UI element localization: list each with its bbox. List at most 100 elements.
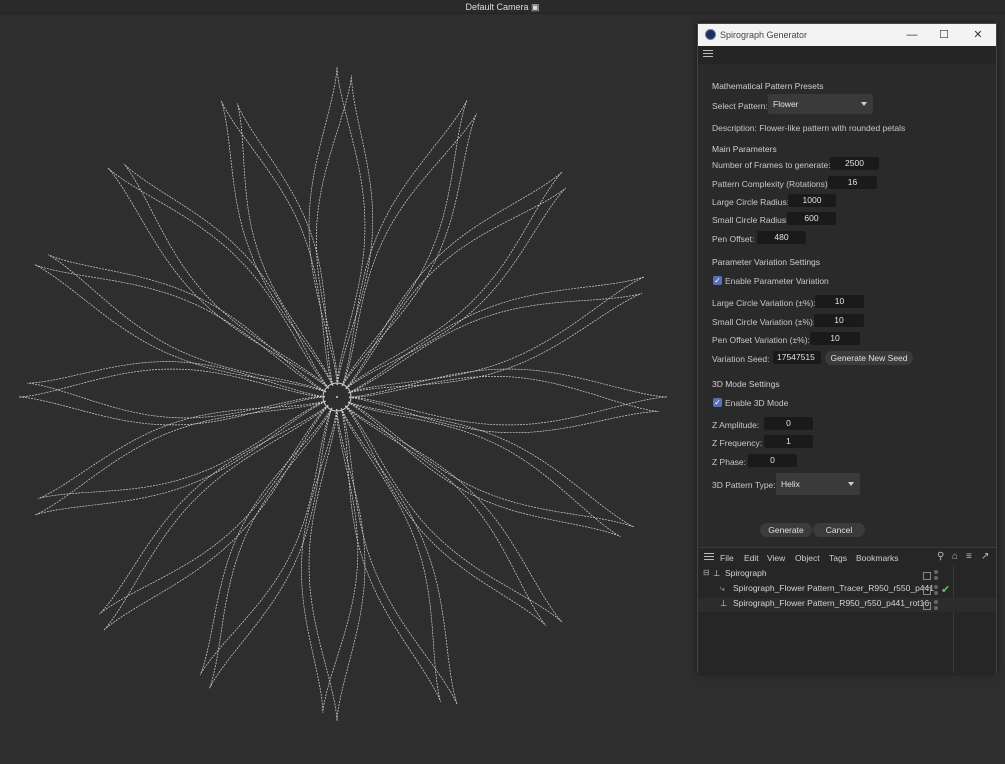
enable-3d-checkbox[interactable]: ✓ xyxy=(713,398,722,407)
z-amplitude-label: Z Amplitude: xyxy=(712,420,760,430)
dialog-menubar xyxy=(698,46,996,64)
enable-variation-label[interactable]: Enable Parameter Variation xyxy=(725,276,829,286)
z-amplitude-field[interactable]: 0 xyxy=(764,417,813,430)
small-radius-label: Small Circle Radius: xyxy=(712,215,789,225)
pattern3d-select[interactable]: Helix xyxy=(776,473,860,495)
object-name[interactable]: Spirograph_Flower Pattern_Tracer_R950_r5… xyxy=(733,583,934,593)
object-row[interactable]: ⤷ Spirograph_Flower Pattern_Tracer_R950_… xyxy=(698,583,996,597)
app-logo-icon xyxy=(705,29,716,40)
spirograph-petal xyxy=(348,293,642,394)
spirograph-petal xyxy=(340,408,441,702)
close-button[interactable]: ✕ xyxy=(964,27,992,43)
popout-icon[interactable]: ↗ xyxy=(981,551,989,562)
visibility-toggle[interactable] xyxy=(923,572,931,580)
large-radius-label: Large Circle Radius: xyxy=(712,197,790,207)
om-menu-file[interactable]: File xyxy=(720,553,734,563)
visibility-toggle[interactable] xyxy=(923,587,931,595)
spirograph-petal xyxy=(349,368,667,426)
pen-variation-label: Pen Offset Variation (±%): xyxy=(712,335,810,345)
editor-dot[interactable] xyxy=(934,591,938,595)
om-menu-object[interactable]: Object xyxy=(795,553,820,563)
spirograph-petal xyxy=(341,100,468,387)
mode3d-heading: 3D Mode Settings xyxy=(712,379,780,389)
z-frequency-label: Z Frequency: xyxy=(712,438,763,448)
hamburger-menu-icon[interactable] xyxy=(703,50,713,59)
om-menu-view[interactable]: View xyxy=(767,553,785,563)
complexity-field[interactable]: 16 xyxy=(828,176,877,189)
spirograph-petal xyxy=(103,405,329,631)
seed-field[interactable]: 17547515 xyxy=(773,351,821,364)
spirograph-petal xyxy=(345,405,563,623)
large-radius-field[interactable]: 1000 xyxy=(788,194,836,207)
spirograph-petal xyxy=(348,276,645,393)
large-variation-label: Large Circle Variation (±%): xyxy=(712,298,816,308)
editor-dot[interactable] xyxy=(934,606,938,610)
om-menu-edit[interactable]: Edit xyxy=(744,553,759,563)
z-frequency-field[interactable]: 1 xyxy=(764,435,813,448)
small-radius-field[interactable]: 600 xyxy=(787,212,836,225)
z-phase-label: Z Phase: xyxy=(712,457,747,467)
object-row[interactable]: ⊥ Spirograph_Flower Pattern_R950_r550_p4… xyxy=(698,598,996,612)
presets-heading: Mathematical Pattern Presets xyxy=(712,81,824,91)
large-variation-field[interactable]: 10 xyxy=(815,295,864,308)
chevron-down-icon xyxy=(861,102,867,106)
spirograph-petal xyxy=(35,401,326,516)
editor-dot[interactable] xyxy=(934,576,938,580)
spirograph-petal xyxy=(308,67,366,385)
render-dot[interactable] xyxy=(934,600,938,604)
generate-button[interactable]: Generate xyxy=(760,523,812,537)
collapse-icon[interactable]: ⊟ xyxy=(703,568,710,577)
enabled-check-icon[interactable]: ✔ xyxy=(941,583,950,596)
om-hamburger-icon[interactable] xyxy=(704,553,714,562)
om-menu-tags[interactable]: Tags xyxy=(829,553,847,563)
pen-offset-field[interactable]: 480 xyxy=(757,231,806,244)
spirograph-curve xyxy=(19,67,667,721)
search-icon[interactable]: ⚲ xyxy=(937,551,944,562)
camera-label-wrap[interactable]: Default Camera ▣ xyxy=(0,2,1005,13)
z-phase-field[interactable]: 0 xyxy=(748,454,797,467)
object-name[interactable]: Spirograph xyxy=(725,568,767,578)
camera-label[interactable]: Default Camera xyxy=(465,2,528,12)
filter-icon[interactable]: ≡ xyxy=(966,551,972,562)
small-variation-label: Small Circle Variation (±%): xyxy=(712,317,816,327)
spirograph-petal xyxy=(123,163,330,389)
complexity-label: Pattern Complexity (Rotations): xyxy=(712,179,831,189)
pen-variation-field[interactable]: 10 xyxy=(810,332,860,345)
pattern3d-label: 3D Pattern Type: xyxy=(712,480,776,490)
generate-new-seed-button[interactable]: Generate New Seed xyxy=(825,351,913,365)
pattern-select[interactable]: Flower xyxy=(768,94,873,114)
variation-heading: Parameter Variation Settings xyxy=(712,257,821,267)
dialog-title: Spirograph Generator xyxy=(720,30,808,40)
om-menu-bookmarks[interactable]: Bookmarks xyxy=(856,553,899,563)
minimize-button[interactable]: — xyxy=(898,27,926,43)
spirograph-petal xyxy=(107,167,329,389)
frames-field[interactable]: 2500 xyxy=(830,157,879,170)
frames-label: Number of Frames to generate: xyxy=(712,160,831,170)
visibility-toggle[interactable] xyxy=(923,602,931,610)
dialog-titlebar[interactable]: Spirograph Generator — ☐ ✕ xyxy=(698,24,996,46)
maximize-button[interactable]: ☐ xyxy=(930,27,958,43)
spline-object-icon: ⊥ xyxy=(720,598,728,608)
home-icon[interactable]: ⌂ xyxy=(952,551,958,562)
small-variation-field[interactable]: 10 xyxy=(814,314,864,327)
enable-3d-label[interactable]: Enable 3D Mode xyxy=(725,398,788,408)
spirograph-petal xyxy=(315,75,374,386)
spirograph-petal xyxy=(342,113,477,387)
object-name[interactable]: Spirograph_Flower Pattern_R950_r550_p441… xyxy=(733,598,929,608)
viewport-header: Default Camera ▣ xyxy=(0,0,1005,14)
object-row[interactable]: ⊟ ⊥ Spirograph xyxy=(698,568,996,582)
camera-icon[interactable]: ▣ xyxy=(531,2,540,12)
cancel-button[interactable]: Cancel xyxy=(813,523,865,537)
center-dot xyxy=(336,396,338,398)
select-pattern-label: Select Pattern: xyxy=(712,101,768,111)
spirograph-petal xyxy=(348,375,659,434)
spirograph-petal xyxy=(301,408,359,713)
tracer-object-icon: ⤷ xyxy=(720,583,725,593)
spirograph-petal xyxy=(345,171,563,389)
render-dot[interactable] xyxy=(934,570,938,574)
pattern-select-value: Flower xyxy=(773,99,799,109)
enable-variation-checkbox[interactable]: ✓ xyxy=(713,276,722,285)
spirograph-petal xyxy=(347,401,634,528)
spirograph-petal xyxy=(37,400,326,500)
render-dot[interactable] xyxy=(934,585,938,589)
